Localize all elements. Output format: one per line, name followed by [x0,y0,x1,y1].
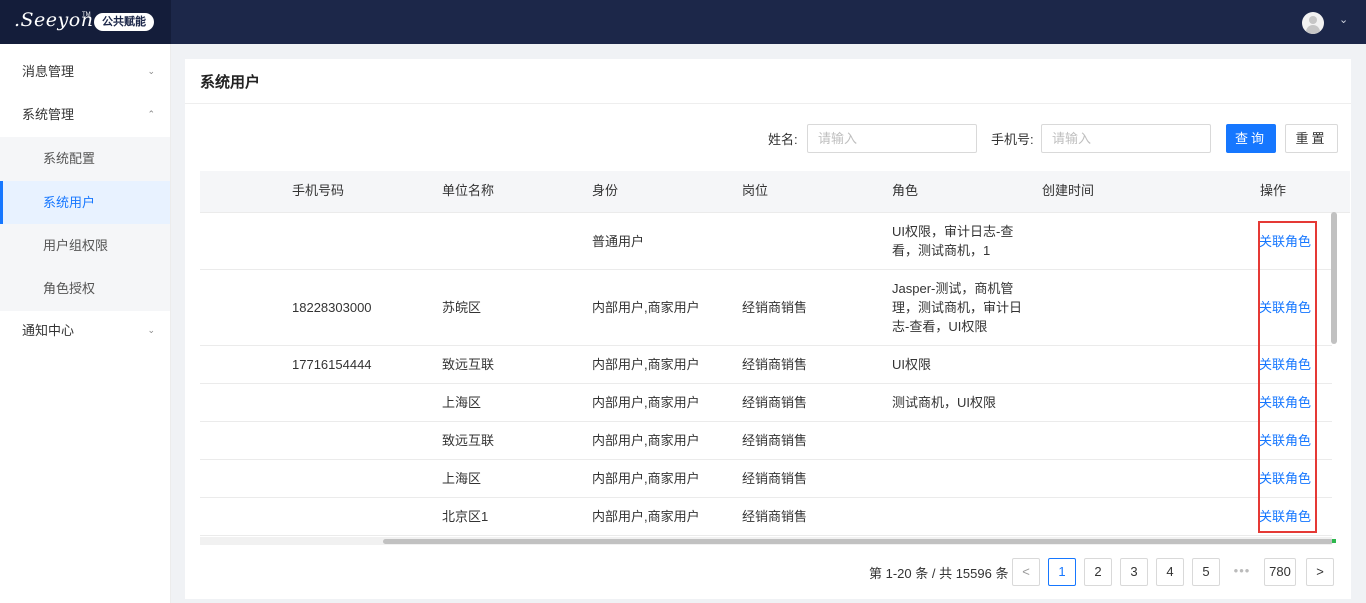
role-line: Jasper-测试，商机管 [892,281,1014,296]
sidebar-group-label: 消息管理 [22,64,75,79]
phone-filter-label: 手机号: [991,132,1034,147]
column-header-phone: 手机号码 [292,183,345,198]
cell-roles: UI权限 [892,357,932,372]
cell-identity: 内部用户,商家用户 [592,357,700,372]
page-button-3[interactable]: 3 [1120,558,1148,586]
cell-position: 经销商销售 [742,395,808,410]
chevron-up-icon: ⌃ [147,109,155,119]
role-line: UI权限，审计日志-查 [892,224,1014,239]
name-search-input[interactable] [807,124,977,153]
cell-roles: Jasper-测试，商机管 理，测试商机，审计日 志-查看，UI权限 [892,270,1026,345]
table-row: 北京区1 内部用户,商家用户 经销商销售 关联角色 [200,498,1350,536]
vertical-scrollbar-thumb[interactable] [1331,212,1337,344]
cell-identity: 普通用户 [592,233,645,249]
sidebar-group-system-management[interactable]: 系统管理 ⌃ [0,93,171,136]
table-row: 致远互联 内部用户,商家用户 经销商销售 关联角色 [200,422,1350,460]
table-row: 上海区 内部用户,商家用户 经销商销售 测试商机，UI权限 关联角色 [200,384,1350,422]
cell-position: 经销商销售 [742,471,808,486]
cell-position: 经销商销售 [742,509,808,524]
role-line: 看，测试商机，1 [892,243,991,258]
page-button-5[interactable]: 5 [1192,558,1220,586]
cell-position: 经销商销售 [742,357,808,372]
table-row: 普通用户 UI权限，审计日志-查 看，测试商机，1 关联角色 [200,213,1350,270]
chevron-down-icon: ⌄ [147,66,155,76]
page-button-2[interactable]: 2 [1084,558,1112,586]
role-line: 理，测试商机，审计日 [892,300,1023,315]
users-table: 手机号码 单位名称 身份 岗位 角色 创建时间 操作 普通用户 UI权限，审计日… [200,171,1350,545]
cell-roles: 测试商机，UI权限 [892,395,997,410]
link-role-button[interactable]: 关联角色 [1259,213,1311,269]
cell-unit: 致远互联 [442,357,495,372]
cell-phone: 18228303000 [292,300,372,315]
pagination-total: 第 1-20 条 / 共 15596 条 [869,566,1009,581]
table-row: 18228303000 苏皖区 内部用户,商家用户 经销商销售 Jasper-测… [200,270,1350,346]
trademark-mark: TM [82,12,91,18]
link-role-button[interactable]: 关联角色 [1259,422,1311,459]
column-header-unit: 单位名称 [442,183,495,198]
column-header-role: 角色 [892,183,919,198]
title-divider [185,103,1351,104]
search-button[interactable]: 查询 [1226,124,1276,153]
sidebar-item-user-group-permissions[interactable]: 用户组权限 [0,224,170,267]
user-menu-chevron-down-icon[interactable]: ⌄ [1339,13,1348,26]
cell-roles: UI权限，审计日志-查 看，测试商机，1 [892,213,1026,269]
horizontal-scrollbar-thumb[interactable] [383,539,1333,544]
sidebar: 消息管理 ⌄ 系统管理 ⌃ 系统配置 系统用户 用户组权限 角色授权 通知中心 … [0,44,171,603]
column-header-identity: 身份 [592,183,619,198]
cell-identity: 内部用户,商家用户 [592,471,700,486]
prev-page-button[interactable]: < [1012,558,1040,586]
link-role-button[interactable]: 关联角色 [1259,384,1311,421]
link-role-button[interactable]: 关联角色 [1259,270,1311,345]
column-header-actions: 操作 [1260,183,1287,198]
phone-search-input[interactable] [1041,124,1211,153]
table-header: 手机号码 单位名称 身份 岗位 角色 创建时间 操作 [200,171,1350,213]
cell-unit: 致远互联 [442,433,495,448]
table-row: 17716154444 致远互联 内部用户,商家用户 经销商销售 UI权限 关联… [200,346,1350,384]
scroll-corner-indicator [1332,539,1336,543]
page-title: 系统用户 [200,74,261,91]
cell-unit: 上海区 [442,395,482,410]
cell-identity: 内部用户,商家用户 [592,300,700,315]
chevron-down-icon: ⌄ [147,325,155,335]
role-line: 志-查看，UI权限 [892,319,988,334]
next-page-button[interactable]: > [1306,558,1334,586]
sidebar-item-system-users[interactable]: 系统用户 [0,181,170,224]
product-badge: 公共赋能 [94,13,154,31]
cell-identity: 内部用户,商家用户 [592,509,700,524]
sidebar-group-notification-center[interactable]: 通知中心 ⌄ [0,309,171,352]
link-role-button[interactable]: 关联角色 [1259,498,1311,535]
sidebar-group-label: 系统管理 [22,107,75,122]
user-avatar-icon[interactable] [1302,12,1324,34]
page-ellipsis[interactable]: ••• [1228,558,1256,586]
cell-unit: 北京区1 [442,509,489,524]
cell-position: 经销商销售 [742,300,808,315]
page-button-last[interactable]: 780 [1264,558,1296,586]
cell-unit: 苏皖区 [442,300,482,315]
cell-identity: 内部用户,商家用户 [592,433,700,448]
column-header-position: 岗位 [742,183,769,198]
name-filter-label: 姓名: [768,132,798,147]
link-role-button[interactable]: 关联角色 [1259,346,1311,383]
top-navigation-bar: .Seeyon TM 公共赋能 ⌄ [0,0,1366,44]
cell-identity: 内部用户,商家用户 [592,395,700,410]
sidebar-group-message-management[interactable]: 消息管理 ⌄ [0,50,171,93]
cell-phone: 17716154444 [292,357,372,372]
sidebar-group-label: 通知中心 [22,323,75,338]
logo-area: .Seeyon TM 公共赋能 [0,0,171,44]
sidebar-item-system-config[interactable]: 系统配置 [0,137,170,180]
page-button-1[interactable]: 1 [1048,558,1076,586]
table-row: 上海区 内部用户,商家用户 经销商销售 关联角色 [200,460,1350,498]
cell-position: 经销商销售 [742,433,808,448]
reset-button[interactable]: 重置 [1285,124,1338,153]
column-header-created-time: 创建时间 [1042,183,1095,198]
page-button-4[interactable]: 4 [1156,558,1184,586]
cell-unit: 上海区 [442,471,482,486]
link-role-button[interactable]: 关联角色 [1259,460,1311,497]
main-content-card: 系统用户 姓名: 手机号: 查询 重置 手机号码 单位名称 身份 岗位 角色 创… [185,59,1351,599]
sidebar-item-role-authorization[interactable]: 角色授权 [0,267,170,310]
